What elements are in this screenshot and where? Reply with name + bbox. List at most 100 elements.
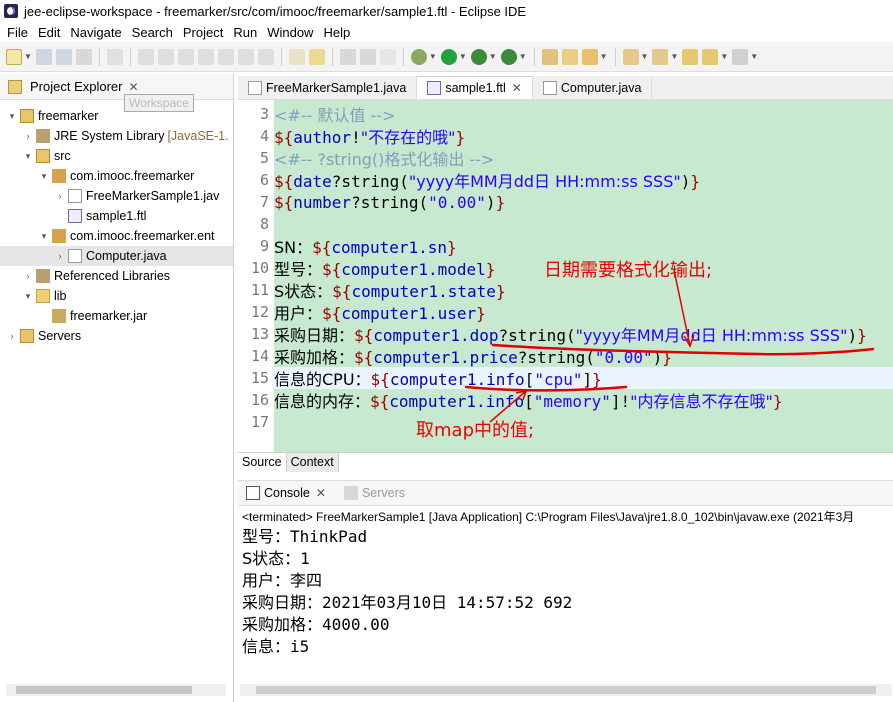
tree-item-jre[interactable]: › JRE System Library [JavaSE-1. [0, 126, 233, 146]
chevron-down-icon[interactable]: ▾ [6, 111, 18, 122]
menu-edit[interactable]: Edit [35, 25, 67, 40]
tab-sample1-ftl[interactable]: sample1.ftl ✕ [417, 76, 533, 99]
menu-help[interactable]: Help [320, 25, 357, 40]
debug-dropdown-icon[interactable]: ▼ [429, 52, 437, 61]
chevron-down-icon[interactable]: ▾ [38, 171, 50, 182]
new-icon[interactable] [6, 48, 22, 65]
coverage-dropdown-icon[interactable]: ▼ [489, 52, 497, 61]
scrollbar-thumb[interactable] [16, 686, 192, 694]
code-line-14[interactable]: 14 采购加格：${computer1.price?string("0.00")… [238, 345, 893, 367]
explorer-title[interactable]: Project Explorer [30, 79, 122, 94]
terminate-icon[interactable] [177, 48, 194, 65]
step-over-icon[interactable] [237, 48, 254, 65]
menu-window[interactable]: Window [264, 25, 320, 40]
run-icon[interactable] [440, 48, 457, 65]
close-icon[interactable]: ✕ [316, 486, 326, 500]
chevron-right-icon[interactable]: › [54, 251, 66, 261]
external-tools-dropdown-icon[interactable]: ▼ [519, 52, 527, 61]
tree-item-freemarker-jar[interactable]: freemarker.jar [0, 306, 233, 326]
tree-item-entity-package[interactable]: ▾ com.imooc.freemarker.ent [0, 226, 233, 246]
toggle-mark-icon[interactable] [308, 48, 325, 65]
chevron-right-icon[interactable]: › [54, 191, 66, 201]
console-horizontal-scrollbar[interactable] [240, 684, 892, 696]
menu-run[interactable]: Run [230, 25, 264, 40]
tree-item-sample1-ftl[interactable]: sample1.ftl [0, 206, 233, 226]
tree-item-referenced-libraries[interactable]: › Referenced Libraries [0, 266, 233, 286]
console-output[interactable]: 型号：ThinkPad S状态：1 用户：李四 采购日期：2021年03月10日… [238, 526, 893, 676]
open-folder-icon[interactable] [561, 48, 578, 65]
tab-console[interactable]: Console ✕ [244, 486, 326, 500]
chevron-down-icon[interactable]: ▾ [38, 231, 50, 242]
explorer-horizontal-scrollbar[interactable] [6, 684, 226, 696]
chevron-right-icon[interactable]: › [22, 131, 34, 141]
tab-servers[interactable]: Servers [342, 486, 405, 500]
step-into-icon[interactable] [217, 48, 234, 65]
code-line-11[interactable]: 11 S状态：${computer1.state} [238, 279, 893, 301]
code-line-13[interactable]: 13 采购日期：${computer1.dop?string("yyyy年MM月… [238, 323, 893, 345]
tree-item-freemarkersample1[interactable]: › FreeMarkerSample1.jav [0, 186, 233, 206]
tree-item-lib[interactable]: ▾ lib [0, 286, 233, 306]
code-line-6[interactable]: 6 ${date?string("yyyy年MM月dd日 HH:mm:ss SS… [238, 169, 893, 191]
menu-project[interactable]: Project [180, 25, 230, 40]
tree-item-package[interactable]: ▾ com.imooc.freemarker [0, 166, 233, 186]
search-dropdown-icon[interactable]: ▼ [600, 52, 608, 61]
print-icon[interactable] [75, 48, 92, 65]
tree-item-computer-java[interactable]: › Computer.java [0, 246, 233, 266]
menu-navigate[interactable]: Navigate [67, 25, 128, 40]
search-icon[interactable] [581, 48, 598, 65]
save-icon[interactable] [35, 48, 52, 65]
code-line-17[interactable]: 17 [238, 411, 893, 433]
skip-breakpoints-icon[interactable] [106, 48, 123, 65]
code-line-8[interactable]: 8 [238, 213, 893, 235]
code-editor[interactable]: 3 <#-- 默认值 --> 4 ${author!"不存在的哦"} 5 <#-… [238, 100, 893, 452]
suspend-icon[interactable] [157, 48, 174, 65]
word-wrap-icon[interactable] [359, 48, 376, 65]
whitespace-icon[interactable] [379, 48, 396, 65]
chevron-right-icon[interactable]: › [22, 271, 34, 281]
prev-annotation-icon[interactable] [652, 48, 669, 65]
tab-context[interactable]: Context [286, 453, 339, 472]
tree-item-src[interactable]: ▾ src [0, 146, 233, 166]
scrollbar-thumb[interactable] [256, 686, 876, 694]
tree-item-servers[interactable]: › Servers [0, 326, 233, 346]
last-edit-icon[interactable] [682, 48, 699, 65]
code-line-9[interactable]: 9 SN：${computer1.sn} [238, 235, 893, 257]
chevron-right-icon[interactable]: › [6, 331, 18, 341]
resume-icon[interactable] [137, 48, 154, 65]
code-line-16[interactable]: 16 信息的内存：${computer1.info["memory"]!"内存信… [238, 389, 893, 411]
chevron-down-icon[interactable]: ▾ [22, 151, 34, 162]
forward-dropdown-icon[interactable]: ▼ [750, 52, 758, 61]
tab-computer-java[interactable]: Computer.java [533, 76, 653, 99]
code-line-15[interactable]: 15 信息的CPU：${computer1.info["cpu"]} [238, 367, 893, 389]
back-icon[interactable] [702, 48, 719, 65]
code-line-3[interactable]: 3 <#-- 默认值 --> [238, 103, 893, 125]
next-annotation-dropdown-icon[interactable]: ▼ [641, 52, 649, 61]
block-selection-icon[interactable] [339, 48, 356, 65]
menu-search[interactable]: Search [129, 25, 180, 40]
code-line-12[interactable]: 12 用户：${computer1.user} [238, 301, 893, 323]
close-icon[interactable]: ✕ [512, 81, 522, 95]
step-return-icon[interactable] [257, 48, 274, 65]
menu-file[interactable]: File [4, 25, 35, 40]
code-line-5[interactable]: 5 <#-- ?string()格式化输出 --> [238, 147, 893, 169]
back-dropdown-icon[interactable]: ▼ [720, 52, 728, 61]
tree-item-freemarker[interactable]: ▾ freemarker [0, 106, 233, 126]
debug-icon[interactable] [410, 48, 427, 65]
code-line-4[interactable]: 4 ${author!"不存在的哦"} [238, 125, 893, 147]
run-dropdown-icon[interactable]: ▼ [459, 52, 467, 61]
prev-annotation-dropdown-icon[interactable]: ▼ [670, 52, 678, 61]
chevron-down-icon[interactable]: ▾ [22, 291, 34, 302]
tab-source[interactable]: Source [238, 453, 287, 472]
save-all-icon[interactable] [55, 48, 72, 65]
close-icon[interactable]: ✕ [128, 80, 138, 94]
open-task-icon[interactable] [288, 48, 305, 65]
forward-icon[interactable] [732, 48, 749, 65]
code-line-7[interactable]: 7 ${number?string("0.00")} [238, 191, 893, 213]
new-dropdown-icon[interactable]: ▼ [24, 52, 32, 61]
external-tools-icon[interactable] [500, 48, 517, 65]
next-annotation-icon[interactable] [622, 48, 639, 65]
open-type-icon[interactable] [541, 48, 558, 65]
disconnect-icon[interactable] [197, 48, 214, 65]
tab-freemarkersample1-java[interactable]: FreeMarkerSample1.java [238, 76, 418, 99]
coverage-icon[interactable] [470, 48, 487, 65]
